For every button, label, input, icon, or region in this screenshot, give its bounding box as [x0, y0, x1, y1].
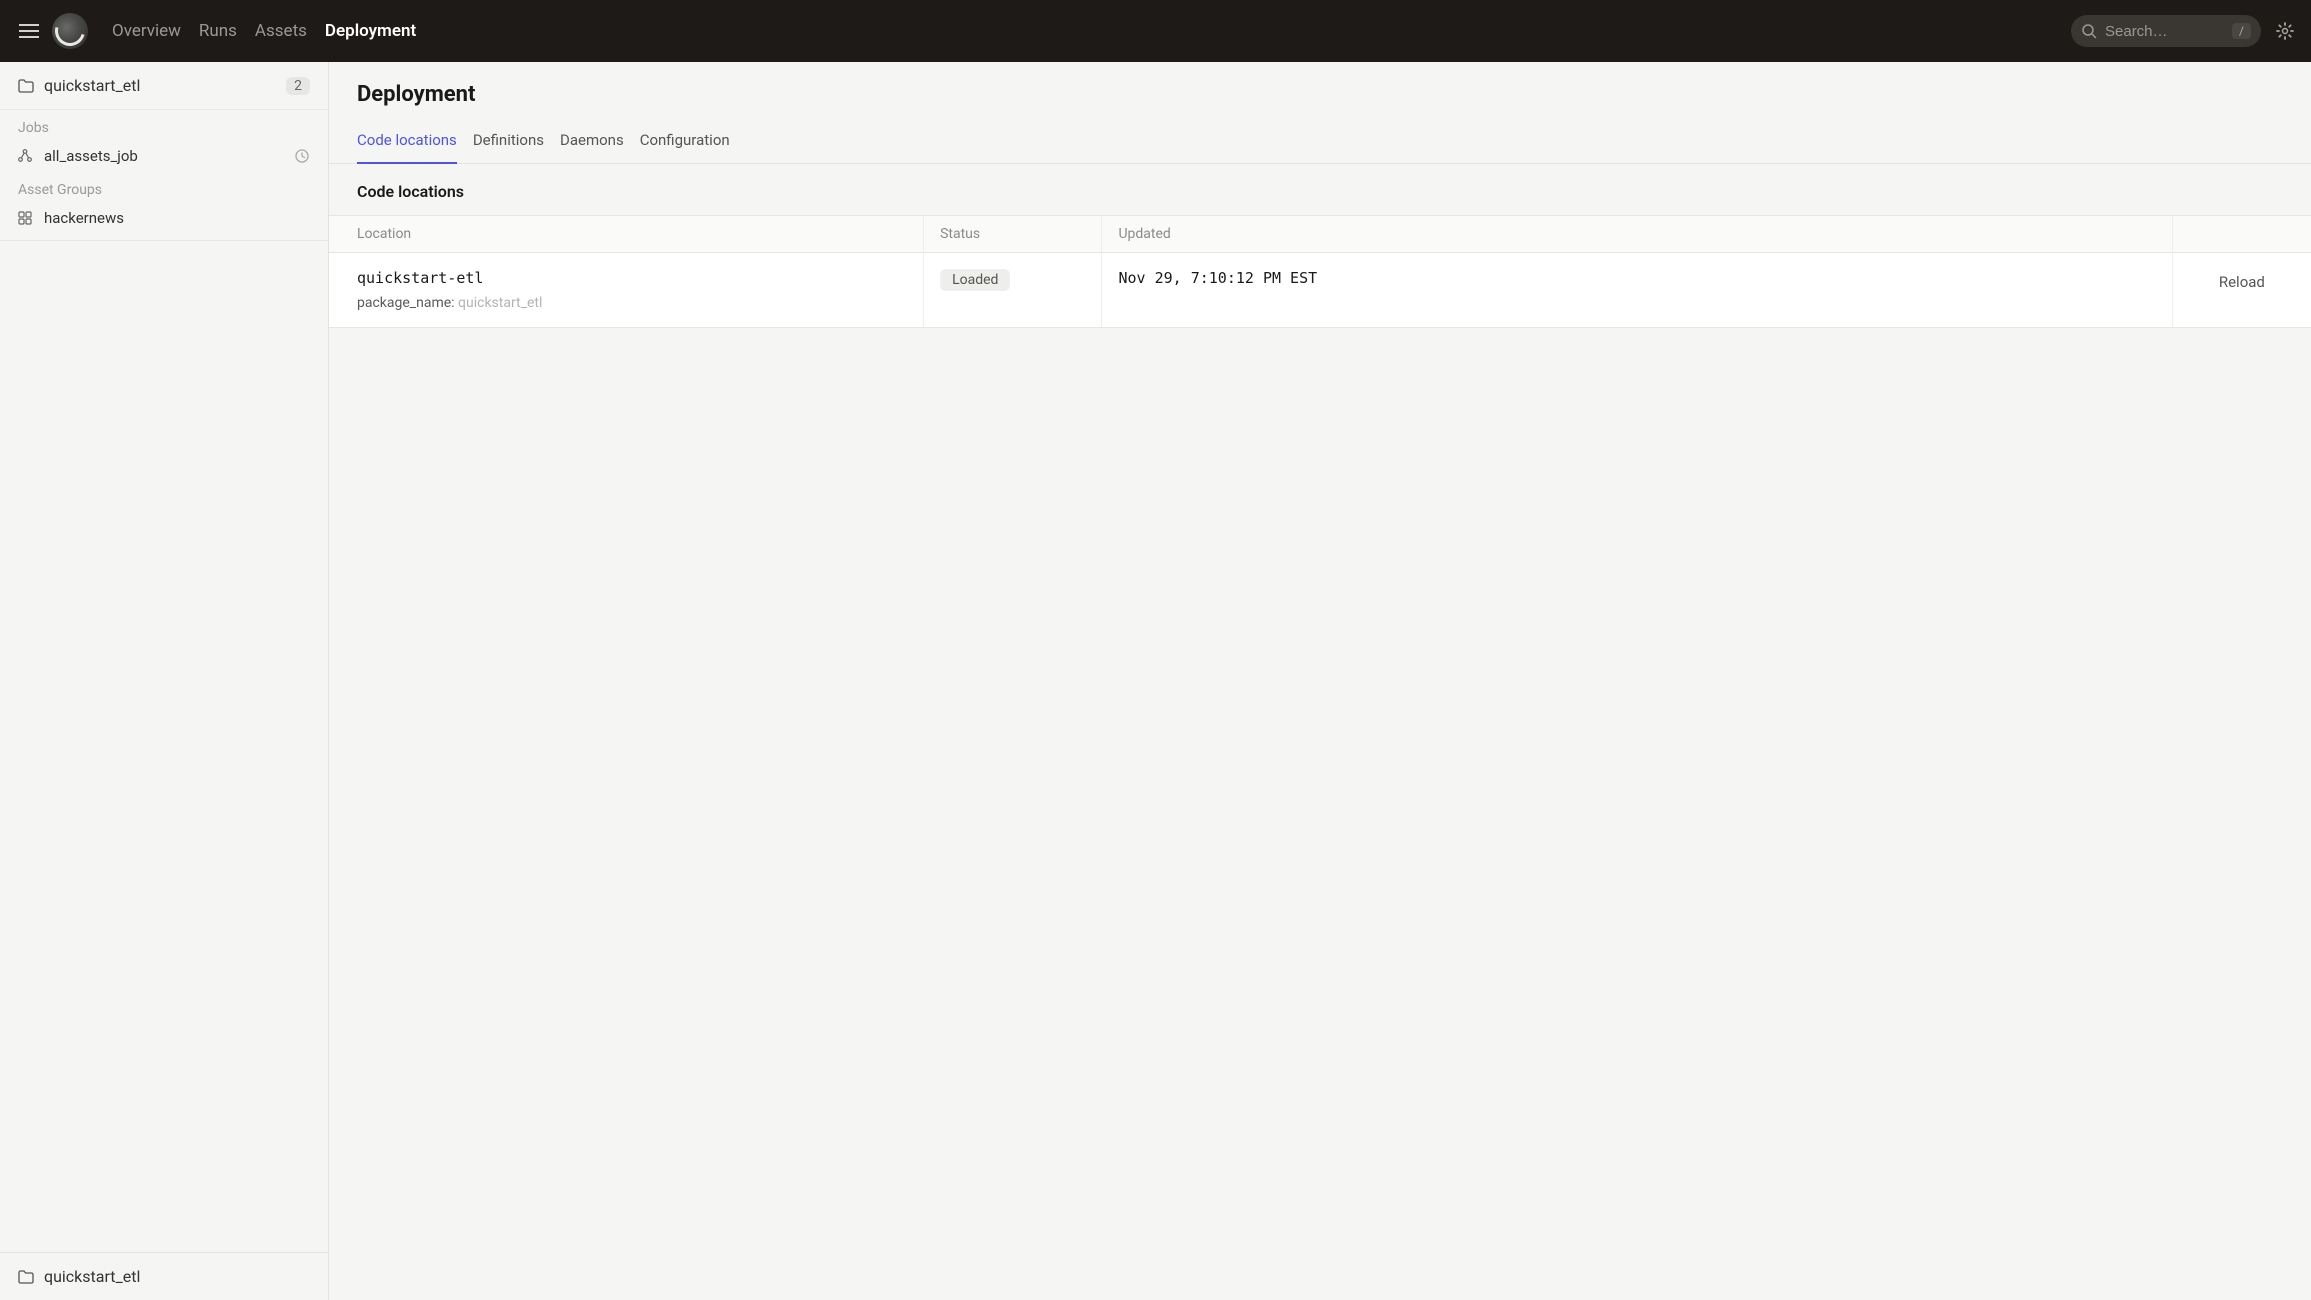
nav-assets[interactable]: Assets	[255, 21, 307, 41]
folder-icon	[18, 79, 34, 93]
sidebar-item-asset-group[interactable]: hackernews	[0, 202, 328, 234]
tab-code-locations[interactable]: Code locations	[357, 119, 457, 163]
sidebar-item-label: all_assets_job	[44, 147, 294, 165]
top-nav-bar: Overview Runs Assets Deployment /	[0, 0, 2311, 62]
tab-definitions[interactable]: Definitions	[473, 119, 544, 163]
content-area: Deployment Code locations Definitions Da…	[329, 62, 2311, 1300]
nav-deployment[interactable]: Deployment	[325, 21, 416, 41]
search-box[interactable]: /	[2071, 15, 2261, 47]
reload-button[interactable]: Reload	[2189, 269, 2295, 295]
schedule-status-icon	[294, 148, 310, 164]
sidebar-item-job[interactable]: all_assets_job	[0, 140, 328, 172]
search-input[interactable]	[2105, 23, 2226, 40]
topbar-right: /	[2071, 15, 2295, 47]
nav-overview[interactable]: Overview	[112, 21, 181, 41]
th-status: Status	[924, 216, 1102, 253]
settings-button[interactable]	[2275, 21, 2295, 41]
search-shortcut: /	[2232, 23, 2251, 39]
job-icon	[18, 149, 34, 163]
page-title: Deployment	[329, 62, 2311, 119]
sidebar-item-label: hackernews	[44, 209, 310, 227]
location-name[interactable]: quickstart-etl	[357, 269, 907, 287]
gear-icon	[2275, 21, 2295, 41]
cell-location: quickstart-etl package_name: quickstart_…	[329, 253, 924, 328]
package-value: quickstart_etl	[458, 295, 542, 311]
package-line: package_name: quickstart_etl	[357, 295, 907, 311]
sidebar-repo-header[interactable]: quickstart_etl 2	[0, 62, 328, 110]
hamburger-icon	[19, 24, 39, 38]
sidebar-jobs-label: Jobs	[0, 110, 328, 140]
nav-links: Overview Runs Assets Deployment	[112, 21, 416, 41]
th-action	[2172, 216, 2311, 253]
sidebar-divider	[0, 240, 328, 241]
cell-action: Reload	[2172, 253, 2311, 328]
tab-daemons[interactable]: Daemons	[560, 119, 624, 163]
package-label: package_name:	[357, 295, 455, 311]
sidebar-asset-groups-label: Asset Groups	[0, 172, 328, 202]
cell-status: Loaded	[924, 253, 1102, 328]
sidebar-footer-label: quickstart_etl	[44, 1267, 310, 1286]
tabs: Code locations Definitions Daemons Confi…	[329, 119, 2311, 164]
th-updated: Updated	[1102, 216, 2172, 253]
updated-time: Nov 29, 7:10:12 PM EST	[1118, 269, 1317, 287]
section-title: Code locations	[329, 164, 2311, 215]
table-row: quickstart-etl package_name: quickstart_…	[329, 253, 2311, 328]
sidebar-footer[interactable]: quickstart_etl	[0, 1252, 328, 1300]
asset-group-icon	[18, 211, 34, 225]
repo-name: quickstart_etl	[44, 76, 286, 95]
status-badge: Loaded	[940, 269, 1010, 291]
nav-runs[interactable]: Runs	[199, 21, 237, 41]
search-icon	[2081, 23, 2097, 39]
th-location: Location	[329, 216, 924, 253]
tab-configuration[interactable]: Configuration	[640, 119, 730, 163]
sidebar: quickstart_etl 2 Jobs all_assets_job	[0, 62, 329, 1300]
repo-count-badge: 2	[286, 77, 310, 95]
code-locations-table: Location Status Updated quickstart-etl p…	[329, 215, 2311, 328]
cell-updated: Nov 29, 7:10:12 PM EST	[1102, 253, 2172, 328]
folder-icon	[18, 1270, 34, 1284]
main-layout: quickstart_etl 2 Jobs all_assets_job	[0, 62, 2311, 1300]
app-logo[interactable]	[52, 13, 88, 49]
table-header-row: Location Status Updated	[329, 216, 2311, 253]
menu-button[interactable]	[16, 18, 42, 44]
